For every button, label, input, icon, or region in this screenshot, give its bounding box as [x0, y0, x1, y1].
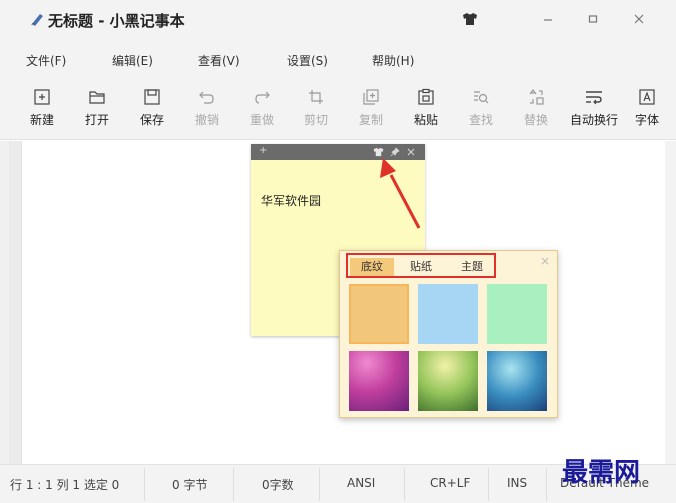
- status-divider: [404, 468, 405, 501]
- line-gutter: [9, 141, 22, 464]
- save-button[interactable]: 保存: [130, 88, 174, 132]
- line-ending[interactable]: CR+LF: [430, 476, 470, 490]
- status-divider: [546, 468, 547, 501]
- open-button[interactable]: 打开: [75, 88, 119, 132]
- open-label: 打开: [84, 113, 109, 127]
- paste-icon: [418, 88, 434, 105]
- font-button[interactable]: 字体: [626, 88, 668, 132]
- skin-button[interactable]: [455, 8, 485, 30]
- title-bar: 无标题 - 小黑记事本: [0, 0, 676, 38]
- cut-label: 剪切: [303, 113, 328, 127]
- undo-icon: [199, 91, 214, 104]
- toolbar: 新建 打开 保存 撤销 重做 剪切 复制 粘贴 查找 替换 自动换行 字体: [0, 78, 676, 140]
- tab-texture[interactable]: 底纹: [350, 258, 394, 276]
- char-count: 0字数: [262, 478, 294, 492]
- swatch-ocean-texture[interactable]: [487, 351, 547, 411]
- watermark: 最需网: [562, 458, 641, 488]
- status-divider: [144, 468, 145, 501]
- redo-label: 重做: [249, 113, 274, 127]
- swatch-blue[interactable]: [418, 284, 478, 344]
- close-icon: [634, 14, 644, 24]
- popup-close-icon[interactable]: ×: [540, 254, 550, 268]
- find-icon: [474, 91, 489, 104]
- sticky-note-text[interactable]: 华军软件园: [261, 192, 321, 209]
- sticky-note-titlebar: +: [251, 144, 425, 160]
- menu-bar: 文件(F) 编辑(E) 查看(V) 设置(S) 帮助(H): [0, 38, 676, 78]
- menu-settings[interactable]: 设置(S): [287, 52, 328, 69]
- minimize-button[interactable]: [533, 8, 563, 30]
- undo-label: 撤销: [194, 113, 219, 127]
- save-label: 保存: [139, 113, 164, 127]
- find-label: 查找: [468, 113, 493, 127]
- maximize-icon: [588, 15, 598, 23]
- cut-button[interactable]: 剪切: [294, 88, 338, 132]
- note-add-button[interactable]: +: [259, 145, 267, 156]
- new-file-icon: [34, 89, 50, 105]
- redo-icon: [255, 91, 270, 104]
- tab-theme[interactable]: 主题: [450, 258, 494, 276]
- find-button[interactable]: 查找: [459, 88, 503, 132]
- shirt-icon: [463, 13, 477, 25]
- notepad-logo-icon: [31, 14, 43, 26]
- font-icon: [639, 89, 655, 105]
- tab-sticker[interactable]: 贴纸: [399, 258, 443, 276]
- pin-icon[interactable]: [390, 147, 400, 157]
- swatch-magenta-texture[interactable]: [349, 351, 409, 411]
- status-divider: [233, 468, 234, 501]
- copy-icon: [363, 89, 379, 105]
- word-wrap-label: 自动换行: [569, 113, 618, 127]
- copy-label: 复制: [358, 113, 383, 127]
- new-button[interactable]: 新建: [20, 88, 64, 132]
- new-label: 新建: [29, 113, 54, 127]
- undo-button[interactable]: 撤销: [185, 88, 229, 132]
- note-close-icon[interactable]: [407, 148, 415, 156]
- replace-button[interactable]: 替换: [514, 88, 558, 132]
- copy-button[interactable]: 复制: [349, 88, 393, 132]
- insert-mode: INS: [507, 476, 528, 490]
- status-divider: [319, 468, 320, 501]
- byte-count: 0 字节: [172, 478, 208, 492]
- minimize-icon: [544, 19, 552, 21]
- cut-icon: [309, 90, 323, 104]
- menu-view[interactable]: 查看(V): [198, 52, 240, 69]
- swatch-orange[interactable]: [349, 284, 409, 344]
- swatch-olive-texture[interactable]: [418, 351, 478, 411]
- close-button[interactable]: [624, 8, 654, 30]
- note-skin-icon[interactable]: [373, 147, 384, 157]
- menu-help[interactable]: 帮助(H): [372, 52, 414, 69]
- replace-label: 替换: [523, 113, 548, 127]
- word-wrap-icon: [586, 91, 602, 105]
- skin-popup: 底纹 贴纸 主题 ×: [339, 250, 558, 418]
- paste-button[interactable]: 粘贴: [404, 88, 448, 132]
- font-label: 字体: [634, 113, 659, 127]
- menu-file[interactable]: 文件(F): [26, 52, 66, 69]
- skin-tab-group: 底纹 贴纸 主题: [346, 253, 496, 278]
- replace-icon: [529, 89, 544, 105]
- menu-edit[interactable]: 编辑(E): [112, 52, 153, 69]
- folder-open-icon: [89, 91, 105, 104]
- encoding[interactable]: ANSI: [347, 476, 375, 490]
- maximize-button[interactable]: [578, 8, 608, 30]
- swatch-green[interactable]: [487, 284, 547, 344]
- redo-button[interactable]: 重做: [240, 88, 284, 132]
- word-wrap-button[interactable]: 自动换行: [569, 88, 619, 132]
- paste-label: 粘贴: [413, 113, 438, 127]
- window-title: 无标题 - 小黑记事本: [48, 12, 185, 30]
- cursor-position: 行 1 : 1 列 1 选定 0: [10, 478, 120, 492]
- save-icon: [144, 89, 160, 105]
- vertical-scrollbar[interactable]: [665, 141, 676, 464]
- status-divider: [488, 468, 489, 501]
